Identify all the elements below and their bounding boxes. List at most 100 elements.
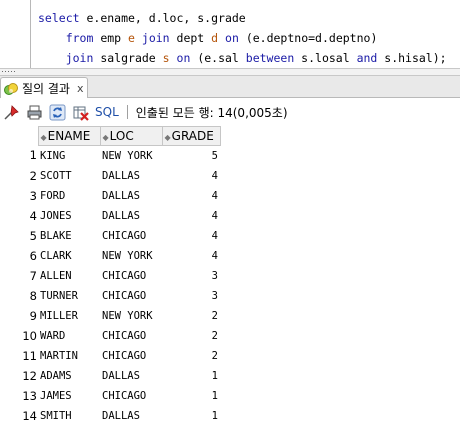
table-row[interactable]: 14 SMITH DALLAS 1 — [0, 405, 220, 426]
table-row[interactable]: 7 ALLEN CHICAGO 3 — [0, 265, 220, 286]
code-line-3: join salgrade s on (e.sal between s.losa… — [65, 51, 447, 65]
sql-code[interactable]: select e.ename, d.loc, s.grade from emp … — [38, 8, 447, 68]
cell-grade[interactable]: 2 — [162, 305, 220, 326]
cell-ename[interactable]: SCOTT — [38, 165, 100, 186]
result-table: ◆ENAME ◆LOC ◆GRADE 1 KING NEW YORK 5 2 SCOTT D… — [0, 126, 221, 426]
print-icon[interactable] — [26, 104, 43, 121]
row-number: 6 — [0, 245, 38, 266]
cell-grade[interactable]: 4 — [162, 205, 220, 226]
splitter-grip-icon — [2, 71, 15, 72]
table-row[interactable]: 11 MARTIN CHICAGO 2 — [0, 345, 220, 366]
cell-loc[interactable]: NEW YORK — [100, 305, 162, 326]
cancel-query-icon[interactable] — [72, 104, 89, 121]
fetch-status: 인출된 모든 행: 14(0,005초) — [135, 105, 288, 120]
row-number: 1 — [0, 145, 38, 166]
cell-grade[interactable]: 4 — [162, 185, 220, 206]
row-number: 9 — [0, 305, 38, 326]
cell-ename[interactable]: TURNER — [38, 285, 100, 306]
cell-ename[interactable]: FORD — [38, 185, 100, 206]
cell-ename[interactable]: JONES — [38, 205, 100, 226]
cell-grade[interactable]: 3 — [162, 285, 220, 306]
table-row[interactable]: 12 ADAMS DALLAS 1 — [0, 365, 220, 386]
table-row[interactable]: 1 KING NEW YORK 5 — [0, 145, 220, 166]
column-header-grade[interactable]: ◆GRADE — [161, 126, 221, 146]
cell-grade[interactable]: 3 — [162, 265, 220, 286]
cell-ename[interactable]: ADAMS — [38, 365, 100, 386]
tab-query-result[interactable]: 질의 결과 x — [0, 77, 88, 98]
code-line-1: select e.ename, d.loc, s.grade — [38, 11, 246, 25]
cell-ename[interactable]: ALLEN — [38, 265, 100, 286]
cell-loc[interactable]: CHICAGO — [100, 285, 162, 306]
row-number: 11 — [0, 345, 38, 366]
cell-ename[interactable]: MARTIN — [38, 345, 100, 366]
table-row[interactable]: 6 CLARK NEW YORK 4 — [0, 245, 220, 266]
cell-grade[interactable]: 1 — [162, 365, 220, 386]
sql-editor[interactable]: select e.ename, d.loc, s.grade from emp … — [0, 0, 460, 68]
sort-icon: ◆ — [102, 133, 109, 142]
cell-loc[interactable]: DALLAS — [100, 165, 162, 186]
toolbar-separator — [126, 105, 128, 119]
table-row[interactable]: 10 WARD CHICAGO 2 — [0, 325, 220, 346]
column-header-ename[interactable]: ◆ENAME — [37, 126, 101, 146]
cell-grade[interactable]: 4 — [162, 245, 220, 266]
row-number: 10 — [0, 325, 38, 346]
cell-loc[interactable]: NEW YORK — [100, 245, 162, 266]
cell-loc[interactable]: CHICAGO — [100, 225, 162, 246]
sort-icon: ◆ — [164, 133, 171, 142]
tab-label: 질의 결과 — [22, 81, 70, 96]
results-tabstrip: 질의 결과 x — [0, 76, 460, 98]
cell-grade[interactable]: 2 — [162, 325, 220, 346]
sql-button[interactable]: SQL — [95, 105, 119, 119]
table-row[interactable]: 5 BLAKE CHICAGO 4 — [0, 225, 220, 246]
cell-ename[interactable]: WARD — [38, 325, 100, 346]
table-header-row: ◆ENAME ◆LOC ◆GRADE — [0, 126, 221, 146]
table-row[interactable]: 13 JAMES CHICAGO 1 — [0, 385, 220, 406]
table-row[interactable]: 8 TURNER CHICAGO 3 — [0, 285, 220, 306]
row-number: 4 — [0, 205, 38, 226]
column-header-loc[interactable]: ◆LOC — [99, 126, 163, 146]
cell-loc[interactable]: DALLAS — [100, 205, 162, 226]
result-grid[interactable]: ◆ENAME ◆LOC ◆GRADE 1 KING NEW YORK 5 2 SCOTT D… — [0, 126, 460, 426]
cell-ename[interactable]: BLAKE — [38, 225, 100, 246]
close-icon[interactable]: x — [77, 82, 84, 95]
results-toolbar: SQL 인출된 모든 행: 14(0,005초) — [0, 98, 460, 126]
cell-ename[interactable]: SMITH — [38, 405, 100, 426]
refresh-icon[interactable] — [49, 104, 66, 121]
cell-grade[interactable]: 1 — [162, 385, 220, 406]
pin-icon[interactable] — [3, 104, 20, 121]
cell-grade[interactable]: 4 — [162, 225, 220, 246]
row-number-header — [0, 126, 38, 146]
row-number: 7 — [0, 265, 38, 286]
cell-loc[interactable]: CHICAGO — [100, 265, 162, 286]
cell-loc[interactable]: CHICAGO — [100, 325, 162, 346]
cell-grade[interactable]: 5 — [162, 145, 220, 166]
pane-splitter[interactable] — [0, 68, 460, 76]
row-number: 14 — [0, 405, 38, 426]
cell-grade[interactable]: 2 — [162, 345, 220, 366]
cell-ename[interactable]: JAMES — [38, 385, 100, 406]
code-line-2: from emp e join dept d on (e.deptno=d.de… — [65, 31, 378, 45]
cell-loc[interactable]: CHICAGO — [100, 345, 162, 366]
table-body: 1 KING NEW YORK 5 2 SCOTT DALLAS 4 3 FORD DALLAS 4 4… — [0, 145, 220, 426]
table-row[interactable]: 2 SCOTT DALLAS 4 — [0, 165, 220, 186]
cell-loc[interactable]: NEW YORK — [100, 145, 162, 166]
cell-grade[interactable]: 1 — [162, 405, 220, 426]
table-row[interactable]: 4 JONES DALLAS 4 — [0, 205, 220, 226]
row-number: 5 — [0, 225, 38, 246]
row-number: 12 — [0, 365, 38, 386]
row-number: 3 — [0, 185, 38, 206]
row-number: 8 — [0, 285, 38, 306]
cell-loc[interactable]: DALLAS — [100, 405, 162, 426]
cell-ename[interactable]: CLARK — [38, 245, 100, 266]
cell-loc[interactable]: DALLAS — [100, 185, 162, 206]
cell-loc[interactable]: DALLAS — [100, 365, 162, 386]
cell-loc[interactable]: CHICAGO — [100, 385, 162, 406]
editor-gutter — [30, 0, 31, 68]
sort-icon: ◆ — [40, 133, 47, 142]
table-row[interactable]: 3 FORD DALLAS 4 — [0, 185, 220, 206]
cell-ename[interactable]: MILLER — [38, 305, 100, 326]
cell-ename[interactable]: KING — [38, 145, 100, 166]
cell-grade[interactable]: 4 — [162, 165, 220, 186]
table-row[interactable]: 9 MILLER NEW YORK 2 — [0, 305, 220, 326]
row-number: 2 — [0, 165, 38, 186]
